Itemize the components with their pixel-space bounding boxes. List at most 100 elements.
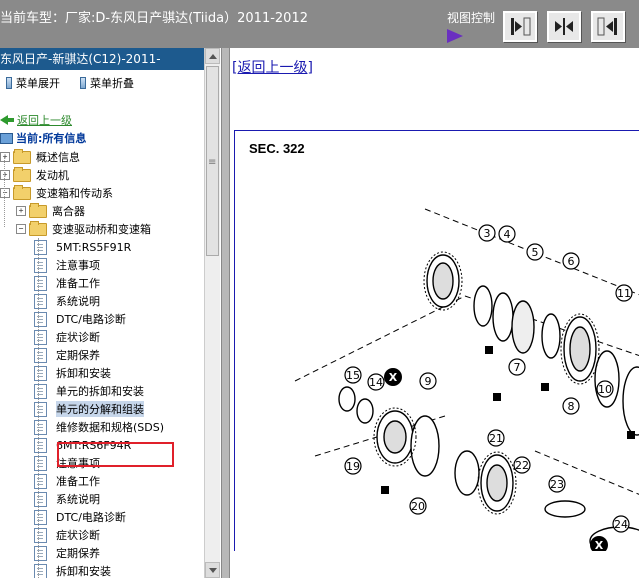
tree-doc-item[interactable]: 拆卸和安装 (34, 562, 111, 578)
tree-doc-item[interactable]: 症状诊断 (34, 526, 100, 544)
document-icon (34, 311, 47, 327)
expand-toggle-icon[interactable]: + (0, 152, 10, 162)
tree-doc-item[interactable]: 定期保养 (34, 544, 100, 562)
document-icon (34, 257, 47, 273)
document-icon (34, 455, 47, 471)
computer-icon (0, 132, 13, 144)
tree-doc-item[interactable]: DTC/电路诊断 (34, 508, 126, 526)
tree-item-label: DTC/电路诊断 (56, 313, 126, 326)
tree-doc-item[interactable]: 准备工作 (34, 274, 100, 292)
expand-toggle-icon[interactable]: + (0, 170, 10, 180)
tree-doc-item[interactable]: 5MT:RS5F91R (34, 238, 131, 256)
tree-item-label: 发动机 (36, 169, 69, 182)
tree-doc-item[interactable]: 单元的拆卸和安装 (34, 382, 144, 400)
left-panel-button[interactable] (591, 11, 625, 42)
tree-item-label: 变速驱动桥和变速箱 (52, 223, 151, 236)
return-up-link[interactable]: [返回上一级] (232, 57, 313, 77)
tree-doc-item[interactable]: 症状诊断 (34, 328, 100, 346)
tree-doc-item[interactable]: 维修数据和规格(SDS) (34, 418, 164, 436)
tree-folder-item[interactable]: + 发动机 (0, 166, 69, 184)
callout-number: 8 (568, 400, 575, 413)
callout-number: 24 (614, 518, 628, 531)
view-control-arrow-icon (447, 29, 463, 43)
tree-doc-item[interactable]: DTC/电路诊断 (34, 310, 126, 328)
document-icon (34, 365, 47, 381)
tree-item-label: 5MT:RS5F91R (56, 240, 132, 254)
scroll-up-icon[interactable] (205, 48, 220, 64)
tree-folder-item[interactable]: + 离合器 (16, 202, 85, 220)
callout-number: 14 (369, 376, 383, 389)
view-control-label: 视图控制 (447, 11, 496, 25)
expand-menu-button[interactable]: 菜单展开 (0, 74, 60, 92)
collapse-icon (80, 77, 86, 89)
expand-label: 菜单展开 (16, 77, 60, 90)
tree-doc-item[interactable]: 定期保养 (34, 346, 100, 364)
tree-doc-item[interactable]: 单元的分解和组装 (34, 400, 144, 418)
collapse-menu-button[interactable]: 菜单折叠 (74, 74, 134, 92)
expand-icon (6, 77, 12, 89)
document-icon (34, 383, 47, 399)
folder-icon (29, 202, 47, 218)
current-location: 当前:所有信息 (0, 130, 86, 146)
folder-icon (13, 184, 31, 200)
document-icon (34, 329, 47, 345)
panel-divider[interactable] (221, 48, 230, 578)
tree-item-label: 离合器 (52, 205, 85, 218)
tree-item-label: 准备工作 (56, 475, 100, 488)
collapse-toggle-icon[interactable]: − (16, 224, 26, 234)
tree-item-label: 系统说明 (56, 295, 100, 308)
callout-number: 11 (617, 287, 631, 300)
back-link[interactable]: 返回上一级 (0, 112, 72, 128)
right-panel-button[interactable] (503, 11, 537, 42)
tree-doc-item[interactable]: 系统说明 (34, 490, 100, 508)
scroll-thumb[interactable] (206, 66, 219, 256)
document-icon (34, 347, 47, 363)
folder-icon (13, 148, 31, 164)
split-panel-button[interactable] (547, 11, 581, 42)
callout-number: 22 (515, 459, 529, 472)
menu-toolbar: 菜单展开 菜单折叠 (0, 74, 204, 94)
top-bar: 当前车型：厂家:D-东风日产骐达(Tiida）2011-2012 视图控制 (0, 0, 639, 48)
right-panel-icon (511, 17, 531, 36)
selection-highlight-box (57, 442, 174, 467)
document-icon (34, 293, 47, 309)
callout-number: 3 (484, 227, 491, 240)
back-arrow-icon (0, 115, 14, 125)
current-label: 当前:所有信息 (16, 132, 87, 145)
split-panel-icon (555, 18, 573, 35)
callout-number: 5 (532, 246, 539, 259)
scroll-down-icon[interactable] (205, 562, 220, 578)
tree-folder-item[interactable]: − 变速驱动桥和变速箱 (16, 220, 151, 238)
callout-number: 4 (504, 228, 511, 241)
document-icon (34, 275, 47, 291)
collapse-toggle-icon[interactable]: − (0, 188, 10, 198)
document-icon (34, 545, 47, 561)
tree-folder-item[interactable]: − 变速箱和传动系 (0, 184, 113, 202)
tree-item-label: 准备工作 (56, 277, 100, 290)
tree-doc-item[interactable]: 拆卸和安装 (34, 364, 111, 382)
callout-number: 7 (514, 361, 521, 374)
callout-number: 15 (346, 369, 360, 382)
expand-toggle-icon[interactable]: + (16, 206, 26, 216)
document-icon (34, 509, 47, 525)
callout-number: 6 (568, 255, 575, 268)
document-icon (34, 473, 47, 489)
tree-doc-item[interactable]: 准备工作 (34, 472, 100, 490)
callout-number: 10 (598, 383, 612, 396)
tree-item-label: 症状诊断 (56, 529, 100, 542)
left-panel-icon (597, 17, 617, 36)
panel-header: 东风日产-新骐达(C12)-2011- (0, 48, 204, 70)
content-panel: [返回上一级] SEC. 322 3 4 5 6 7 8 9 10 11 14 … (230, 48, 639, 578)
document-icon (34, 239, 47, 255)
tree-folder-item[interactable]: + 概述信息 (0, 148, 80, 166)
back-link-label: 返回上一级 (17, 114, 72, 127)
tree-item-label: 拆卸和安装 (56, 367, 111, 380)
tree-doc-item[interactable]: 注意事项 (34, 256, 100, 274)
tree-doc-item[interactable]: 系统说明 (34, 292, 100, 310)
document-icon (34, 437, 47, 453)
vehicle-title: 当前车型：厂家:D-东风日产骐达(Tiida）2011-2012 (0, 11, 308, 26)
document-icon (34, 527, 47, 543)
callout-number: 9 (425, 375, 432, 388)
tree-scrollbar[interactable] (204, 48, 220, 578)
tree-connector (4, 157, 5, 227)
